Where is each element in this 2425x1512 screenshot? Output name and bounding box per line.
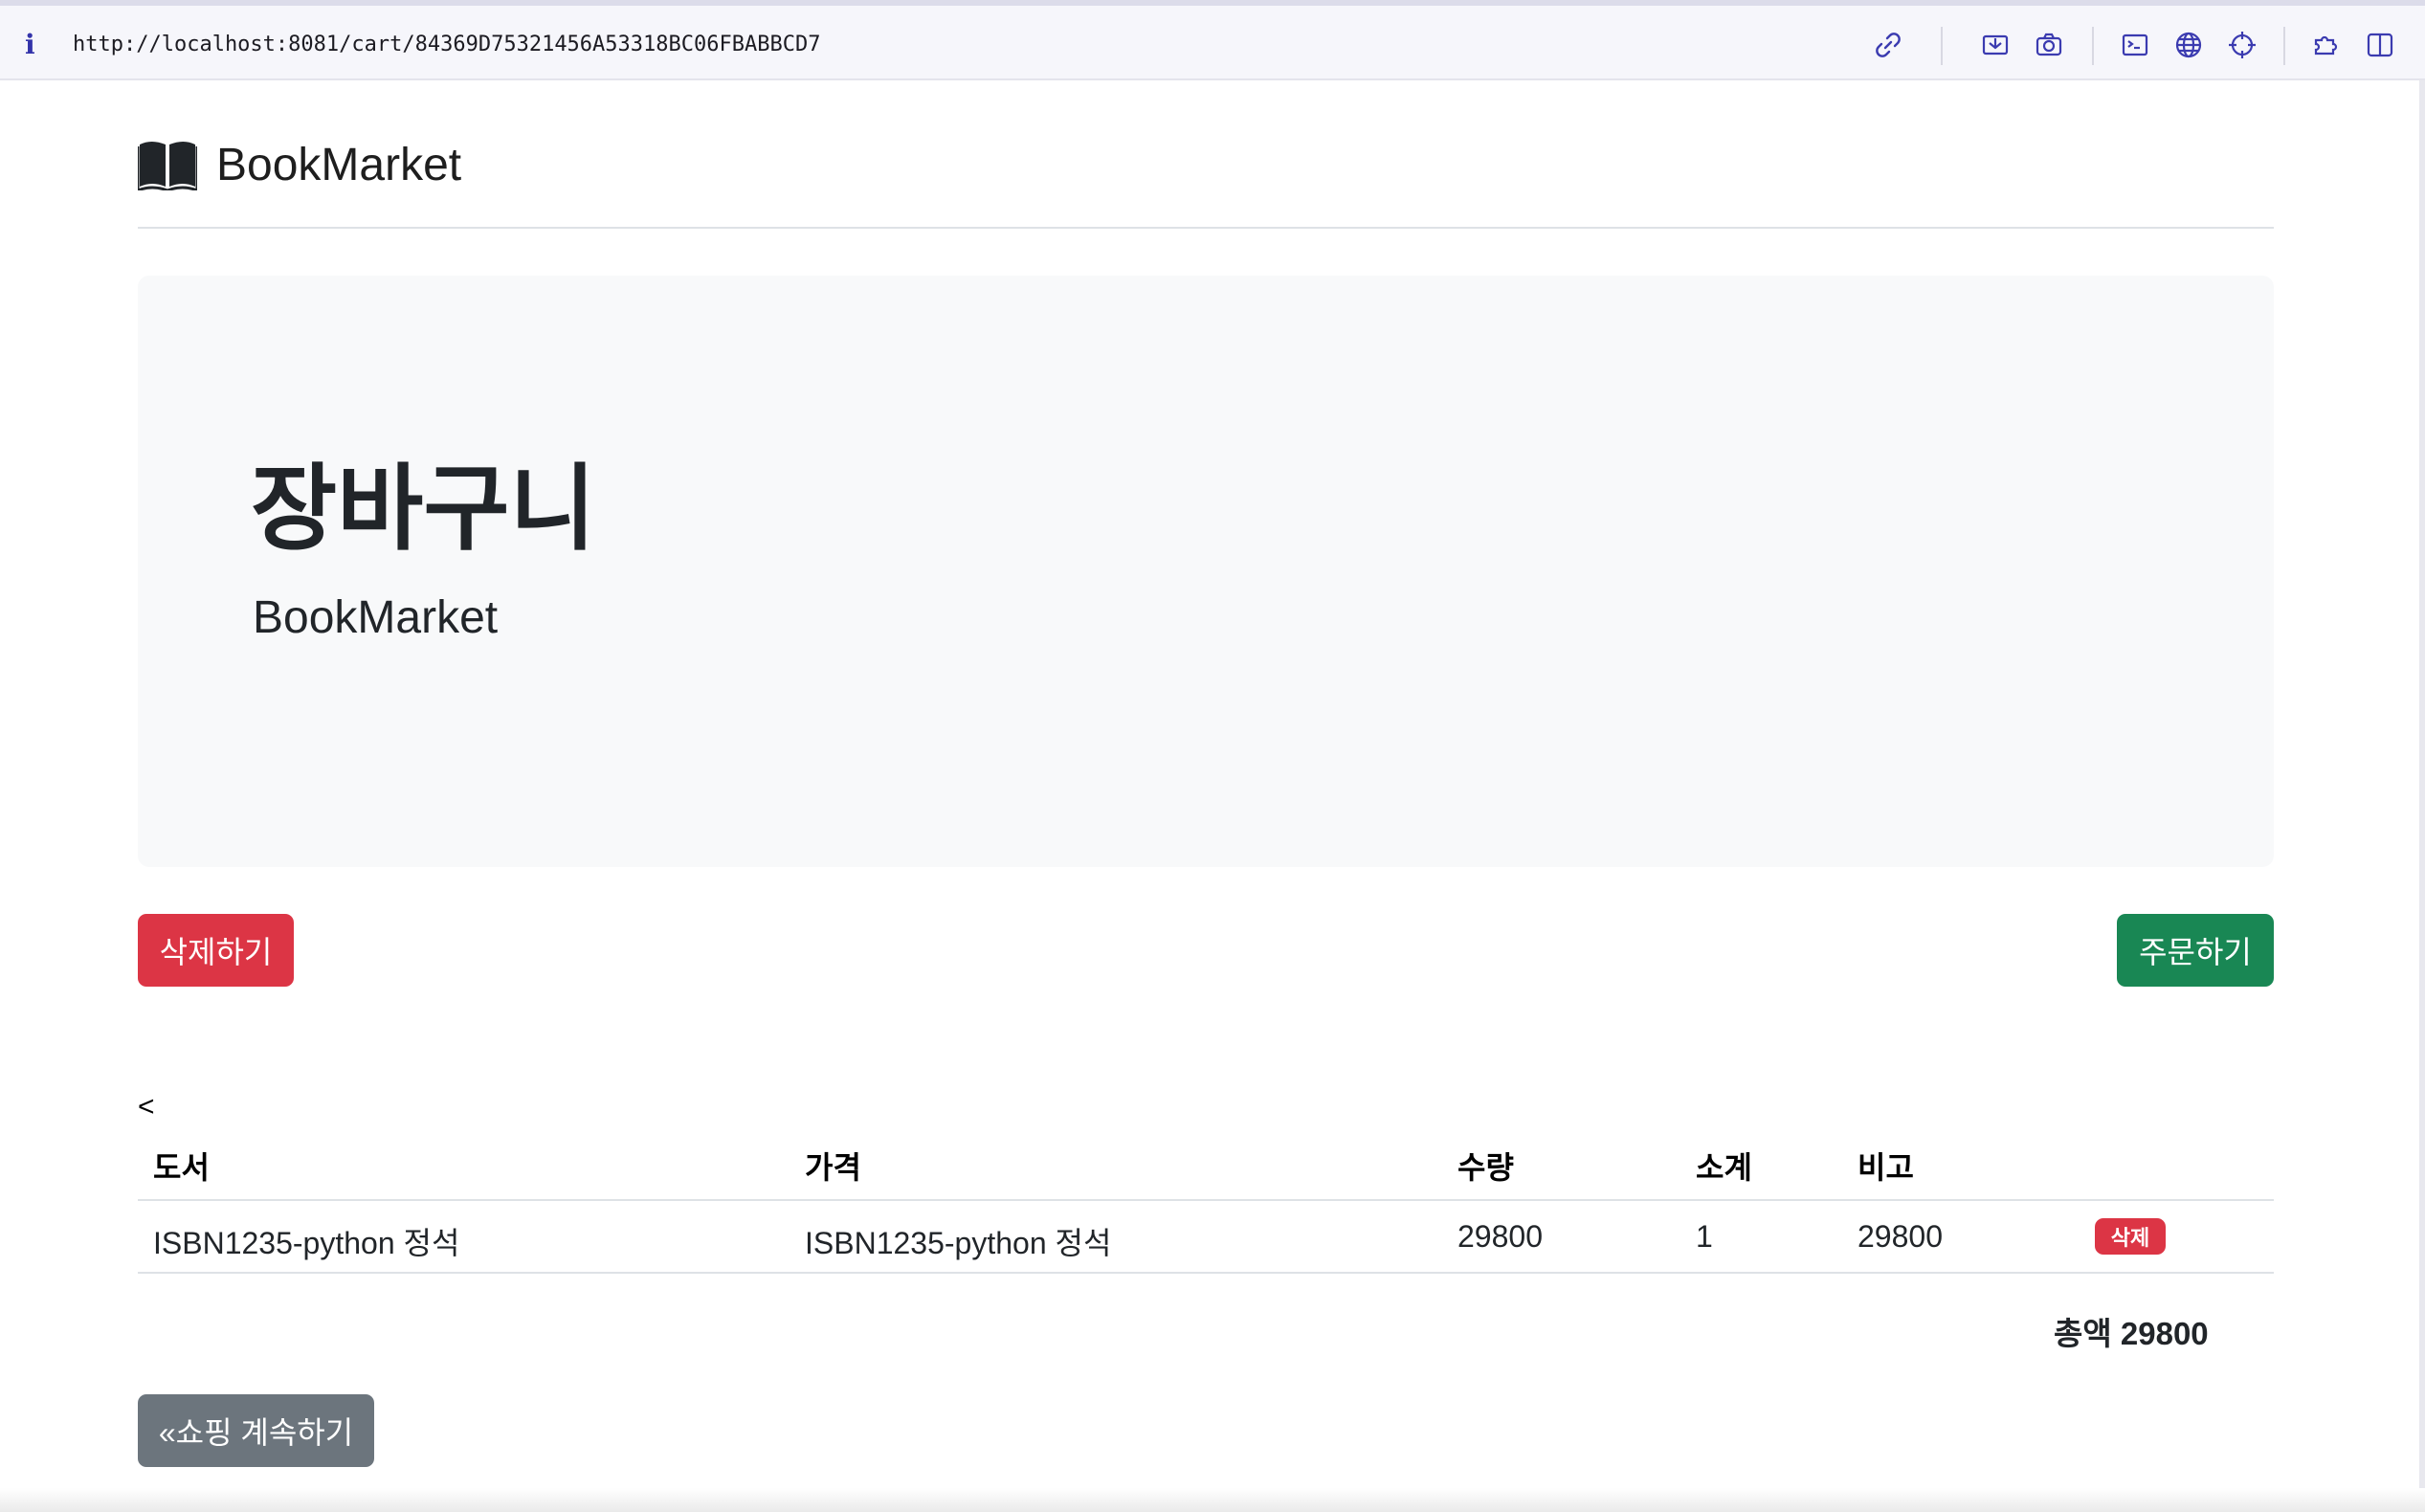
toolbar-separator bbox=[2283, 27, 2285, 65]
column-header-price: 가격 bbox=[805, 1150, 861, 1185]
header-divider bbox=[138, 227, 2274, 229]
url-field[interactable]: http://localhost:8081/cart/84369D7532145… bbox=[73, 33, 820, 56]
cell-book: ISBN1235-python 정석 bbox=[153, 1226, 460, 1260]
page-subtitle: BookMarket bbox=[253, 592, 499, 643]
stray-text: < bbox=[138, 1091, 155, 1123]
column-header-book: 도서 bbox=[153, 1150, 210, 1185]
browser-address-bar: i http://localhost:8081/cart/84369D75321… bbox=[0, 0, 2425, 80]
toolbar-separator bbox=[2092, 27, 2094, 65]
window-bottom-edge bbox=[0, 1488, 2425, 1512]
extensions-icon[interactable] bbox=[2312, 31, 2341, 59]
order-button[interactable]: 주문하기 bbox=[2117, 914, 2274, 987]
cell-subtotal: 1 bbox=[1696, 1219, 1713, 1254]
navbar-brand[interactable]: BookMarket bbox=[138, 134, 461, 195]
terminal-icon[interactable] bbox=[2121, 31, 2149, 59]
column-header-subtotal: 소계 bbox=[1696, 1150, 1752, 1185]
page-title: 장바구니 bbox=[251, 456, 596, 561]
cell-note: 29800 bbox=[1858, 1219, 1943, 1254]
continue-shopping-button[interactable]: «쇼핑 계속하기 bbox=[138, 1394, 374, 1467]
table-header-row: 도서 가격 수량 소계 비고 bbox=[138, 1124, 2274, 1201]
delete-cart-button[interactable]: 삭제하기 bbox=[138, 914, 294, 987]
table-row: ISBN1235-python 정석 ISBN1235-python 정석 29… bbox=[138, 1201, 2274, 1274]
column-header-quantity: 수량 bbox=[1457, 1150, 1514, 1185]
site-info-icon[interactable]: i bbox=[25, 29, 35, 60]
cart-table: 도서 가격 수량 소계 비고 ISBN1235-python 정석 ISBN12… bbox=[138, 1124, 2274, 1274]
brand-name: BookMarket bbox=[216, 139, 462, 190]
window-edge bbox=[2419, 80, 2425, 1512]
camera-icon[interactable] bbox=[2035, 31, 2063, 59]
link-icon[interactable] bbox=[1874, 31, 1902, 59]
toolbar-separator bbox=[1941, 27, 1943, 65]
jumbotron: 장바구니 BookMarket bbox=[138, 276, 2274, 867]
cell-quantity: 29800 bbox=[1457, 1219, 1543, 1254]
cell-price: ISBN1235-python 정석 bbox=[805, 1226, 1112, 1260]
remove-item-button[interactable]: 삭제 bbox=[2095, 1218, 2166, 1255]
column-header-note: 비고 bbox=[1858, 1150, 1914, 1185]
crosshair-icon[interactable] bbox=[2228, 31, 2257, 59]
globe-icon[interactable] bbox=[2174, 31, 2203, 59]
book-icon bbox=[138, 139, 197, 190]
screenshot-icon[interactable] bbox=[1981, 31, 2010, 59]
sidebar-icon[interactable] bbox=[2366, 31, 2394, 59]
cart-total: 총액 29800 bbox=[2054, 1316, 2209, 1351]
